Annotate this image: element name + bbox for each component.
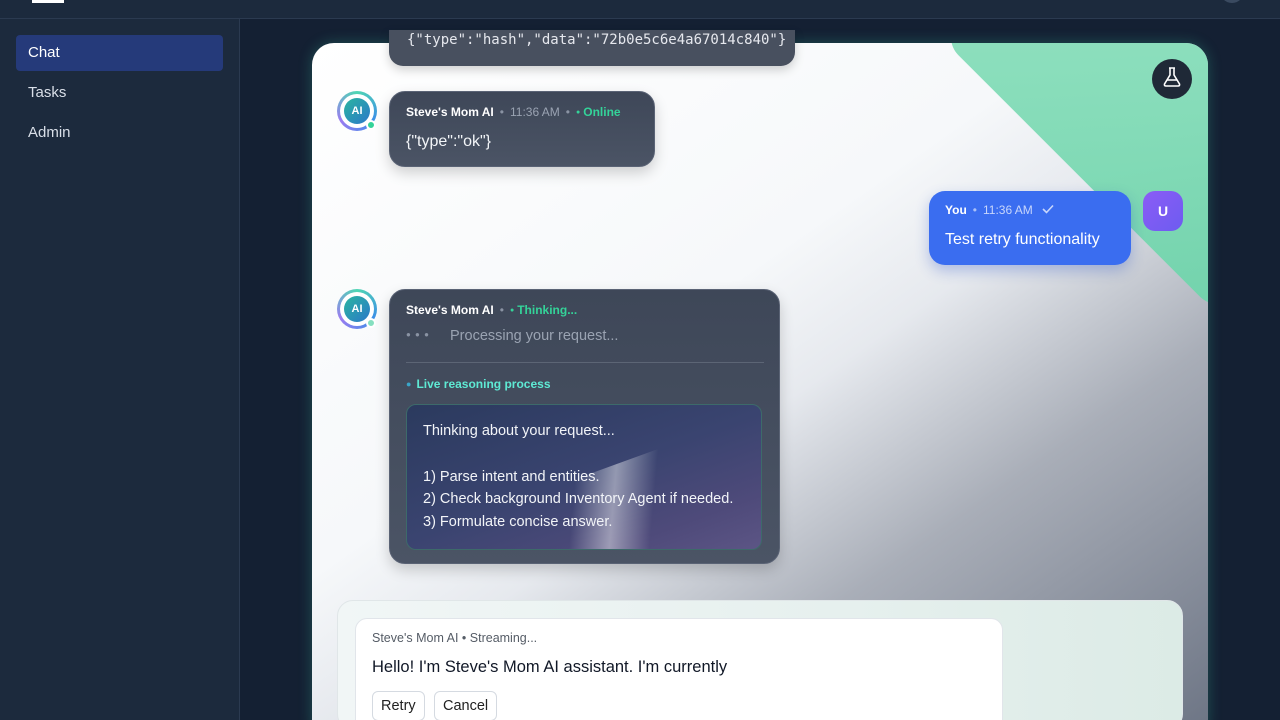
top-bar bbox=[0, 0, 1280, 19]
message-bubble-ai-ok: Steve's Mom AI•11:36 AM•Online {"type":"… bbox=[389, 91, 655, 167]
message-bubble-previous: {"type":"hash","data":"72b0e5c6e4a67014c… bbox=[389, 30, 795, 66]
reasoning-dot-icon: ● bbox=[406, 379, 412, 389]
message-bubble-user: You • 11:36 AM Test retry functionality bbox=[929, 191, 1131, 265]
stream-header: Steve's Mom AI • Streaming... bbox=[372, 631, 538, 645]
ai-avatar-label: AI bbox=[344, 296, 370, 322]
ai-avatar-label: AI bbox=[344, 98, 370, 124]
sender-name: Steve's Mom AI bbox=[406, 105, 494, 119]
reasoning-label: ● Live reasoning process bbox=[406, 377, 551, 391]
sidebar-item-tasks[interactable]: Tasks bbox=[16, 75, 223, 111]
cancel-button[interactable]: Cancel bbox=[434, 691, 498, 720]
message-text: {"type":"hash","data":"72b0e5c6e4a67014c… bbox=[407, 32, 787, 48]
app-logo[interactable] bbox=[32, 0, 64, 3]
reasoning-box: Thinking about your request... 1) Parse … bbox=[406, 404, 762, 550]
message-time: 11:36 AM bbox=[509, 105, 560, 119]
check-icon bbox=[1042, 203, 1054, 217]
flask-icon bbox=[1161, 66, 1183, 93]
reasoning-line: 3) Formulate concise answer. bbox=[423, 514, 613, 530]
sidebar-item-chat[interactable]: Chat bbox=[16, 35, 223, 71]
user-menu-avatar[interactable] bbox=[1220, 0, 1244, 3]
retry-button[interactable]: Retry bbox=[372, 691, 425, 720]
thinking-status-dot bbox=[366, 318, 376, 328]
typing-dots-icon: ● ● ● bbox=[406, 330, 430, 339]
reasoning-line: Thinking about your request... bbox=[423, 423, 615, 439]
flask-button[interactable] bbox=[1152, 59, 1192, 99]
sender-name: Steve's Mom AI bbox=[406, 303, 494, 317]
sidebar: Chat Tasks Admin bbox=[0, 19, 240, 720]
message-text: Test retry functionality bbox=[945, 231, 1100, 248]
reasoning-line: 2) Check background Inventory Agent if n… bbox=[423, 491, 734, 507]
message-meta: Steve's Mom AI•11:36 AM•Online bbox=[406, 105, 621, 119]
streaming-message-card: Steve's Mom AI • Streaming... Hello! I'm… bbox=[355, 618, 1003, 720]
ai-avatar: AI bbox=[337, 91, 377, 131]
online-status-dot bbox=[366, 120, 376, 130]
status-badge: Thinking... bbox=[510, 303, 577, 317]
user-avatar: U bbox=[1143, 191, 1183, 231]
reasoning-line: 1) Parse intent and entities. bbox=[423, 469, 600, 485]
sender-name: You bbox=[945, 203, 967, 217]
stream-text: Hello! I'm Steve's Mom AI assistant. I'm… bbox=[372, 658, 728, 676]
message-text: {"type":"ok"} bbox=[406, 133, 491, 150]
processing-text: Processing your request... bbox=[450, 328, 619, 344]
sidebar-item-admin[interactable]: Admin bbox=[16, 115, 223, 151]
status-badge: Online bbox=[576, 105, 621, 119]
message-meta: Steve's Mom AI•Thinking... bbox=[406, 303, 577, 317]
ai-avatar: AI bbox=[337, 289, 377, 329]
message-time: 11:36 AM bbox=[982, 203, 1033, 217]
message-meta: You • 11:36 AM bbox=[945, 203, 1054, 217]
divider bbox=[406, 362, 764, 363]
